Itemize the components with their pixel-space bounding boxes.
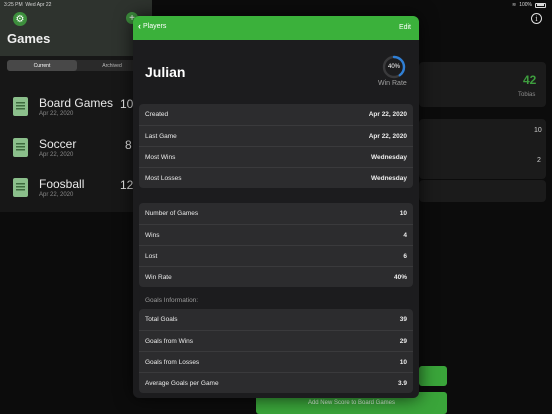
game-row-soccer[interactable]: Soccer Apr 22, 2020 8 [0, 131, 152, 169]
row-value: 3.9 [397, 379, 407, 387]
row-value: 39 [399, 316, 407, 323]
row-value: 6 [403, 252, 407, 260]
row-most-losses: Most Losses Wednesday [139, 167, 413, 188]
row-total-goals: Total Goals 39 [139, 309, 413, 330]
game-date: Apr 22, 2020 [39, 111, 74, 117]
row-goals-from-losses: Goals from Losses 10 [139, 351, 413, 372]
score-row-card [419, 180, 546, 202]
document-icon [13, 138, 28, 157]
row-label: Lost [145, 252, 158, 260]
row-label: Average Goals per Game [145, 379, 219, 387]
score-value: 10 [534, 127, 542, 134]
row-wins: Wins 4 [139, 224, 413, 245]
row-label: Goals from Losses [145, 358, 200, 366]
dates-group: Created Apr 22, 2020 Last Game Apr 22, 2… [139, 104, 413, 188]
row-created: Created Apr 22, 2020 [139, 104, 413, 125]
chevron-left-icon: ‹ [138, 21, 141, 31]
player-name: Julian [145, 64, 186, 80]
win-rate-ring-label: 40% [387, 64, 400, 70]
edit-button[interactable]: Edit [399, 24, 411, 31]
goals-group: Total Goals 39 Goals from Wins 29 Goals … [139, 309, 413, 393]
game-count: 8 [125, 138, 132, 152]
player-detail-sheet: ‹ Players Edit Julian 40% Win Rate Creat… [133, 16, 419, 398]
row-label: Goals from Wins [145, 337, 194, 345]
game-row-foosball[interactable]: Foosball Apr 22, 2020 12 [0, 171, 152, 209]
row-last-game: Last Game Apr 22, 2020 [139, 125, 413, 146]
game-date: Apr 22, 2020 [39, 152, 74, 158]
row-value: 4 [403, 231, 407, 239]
info-icon[interactable]: i [531, 13, 542, 24]
row-label: Number of Games [145, 210, 199, 217]
document-icon [13, 97, 28, 116]
row-value: Apr 22, 2020 [368, 111, 407, 118]
sheet-navigation-bar: ‹ Players Edit [133, 16, 419, 40]
segment-current[interactable]: Current [7, 60, 77, 71]
status-bar: 3:25 PM Wed Apr 22 ≋ 100% [0, 0, 552, 10]
battery-icon [535, 2, 546, 8]
row-average-goals: Average Goals per Game 3.9 [139, 372, 413, 393]
row-value: 40% [393, 273, 407, 281]
battery-percent: 100% [519, 2, 532, 8]
row-label: Most Losses [145, 174, 182, 182]
row-number-of-games: Number of Games 10 [139, 203, 413, 224]
row-value: 10 [399, 358, 407, 366]
row-label: Most Wins [145, 153, 176, 161]
wifi-icon: ≋ [512, 2, 517, 8]
game-date: Apr 22, 2020 [39, 192, 74, 198]
score-value: 2 [537, 157, 541, 164]
row-most-wins: Most Wins Wednesday [139, 146, 413, 167]
stats-group: Number of Games 10 Wins 4 Lost 6 Win Rat… [139, 203, 413, 287]
back-label: Players [143, 23, 167, 30]
game-count: 10 [120, 97, 134, 111]
status-time: 3:25 PM [4, 2, 23, 8]
row-value: Apr 22, 2020 [368, 132, 407, 140]
row-label: Wins [145, 231, 160, 239]
game-name: Soccer [39, 137, 77, 151]
game-name: Board Games [39, 96, 114, 110]
win-rate-caption: Win Rate [378, 80, 407, 87]
game-name: Foosball [39, 177, 85, 191]
row-value: 29 [399, 337, 407, 345]
score-list-card [419, 119, 546, 179]
games-sidebar: ⚙ + Games Current Archived Board Games A… [0, 0, 152, 212]
row-value: Wednesday [370, 174, 407, 182]
row-label: Win Rate [145, 273, 172, 281]
document-icon [13, 178, 28, 197]
row-label: Created [145, 111, 169, 118]
back-to-players-button[interactable]: ‹ Players [138, 21, 167, 31]
game-count: 12 [120, 178, 134, 192]
settings-gear-icon[interactable]: ⚙ [13, 12, 27, 26]
leader-name: Tobias [518, 92, 536, 98]
current-archived-segmented-control[interactable]: Current Archived [7, 60, 147, 71]
row-lost: Lost 6 [139, 245, 413, 266]
games-title: Games [7, 31, 51, 46]
status-date: Wed Apr 22 [25, 2, 52, 8]
goals-section-header: Goals Information: [145, 297, 199, 304]
game-row-board-games[interactable]: Board Games Apr 22, 2020 10 [0, 90, 152, 128]
background-action-button[interactable] [419, 366, 447, 386]
leader-score: 42 [523, 73, 537, 87]
row-goals-from-wins: Goals from Wins 29 [139, 330, 413, 351]
row-win-rate: Win Rate 40% [139, 266, 413, 287]
row-value: Wednesday [370, 153, 407, 161]
row-label: Last Game [145, 132, 177, 140]
row-value: 10 [399, 210, 407, 217]
row-label: Total Goals [145, 316, 178, 323]
